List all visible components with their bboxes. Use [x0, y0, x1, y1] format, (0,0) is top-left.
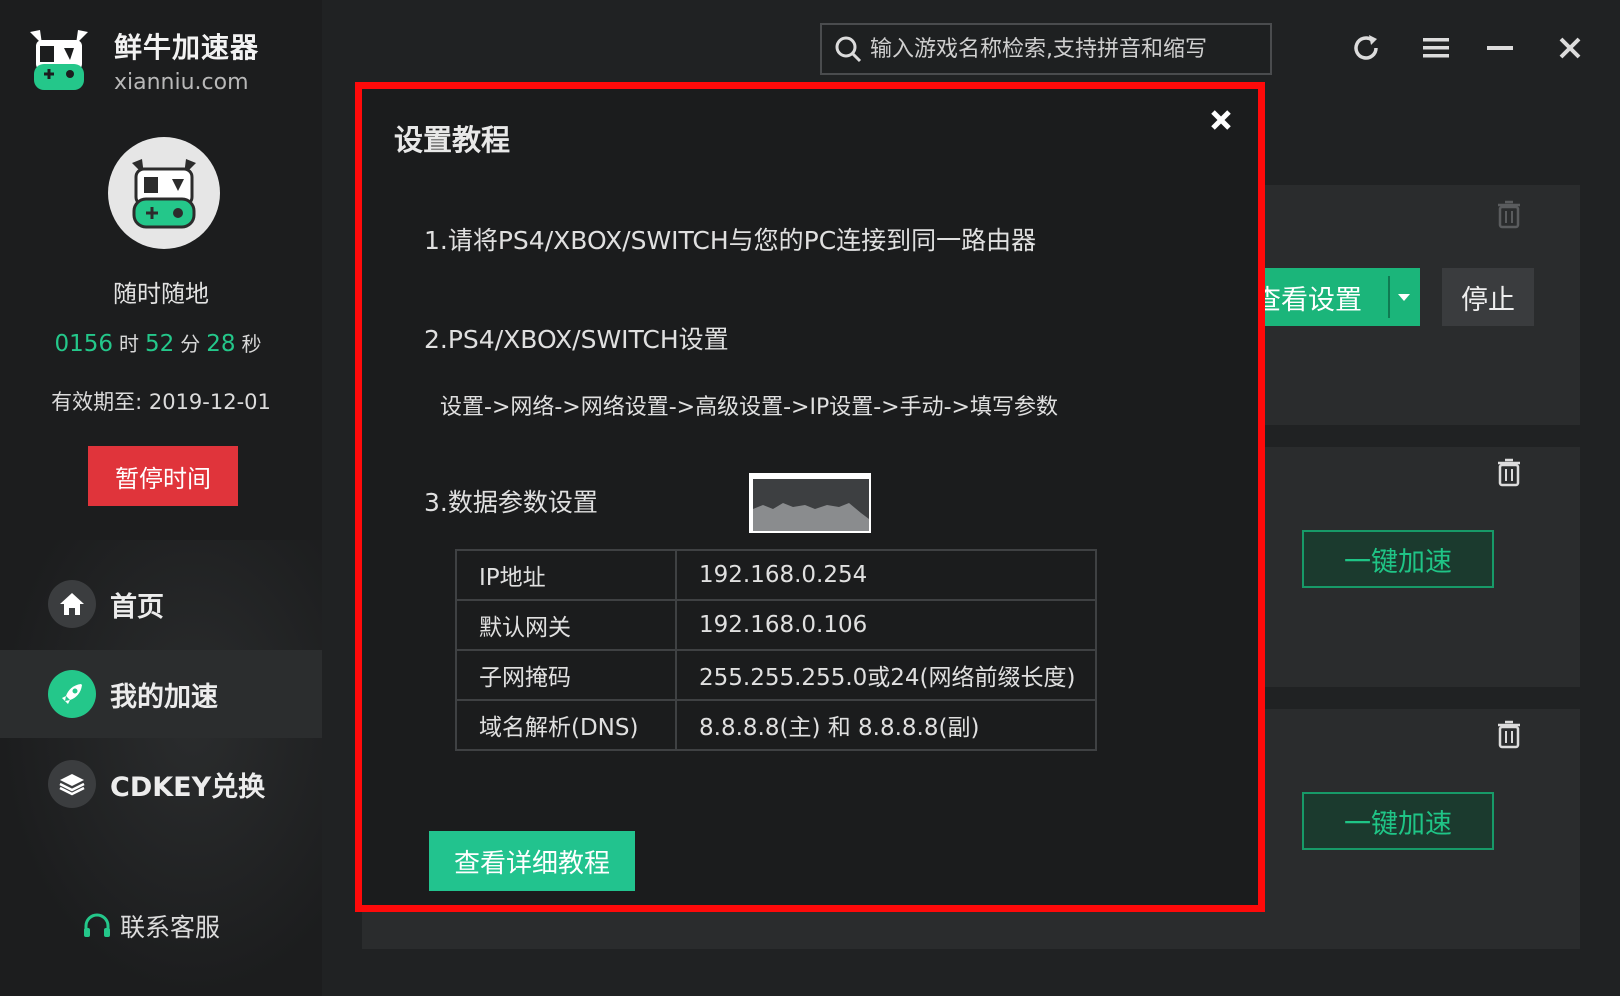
- support-label: 联系客服: [120, 913, 221, 942]
- dialog-title: 设置教程: [394, 123, 511, 157]
- search-box[interactable]: [820, 23, 1272, 75]
- contact-support[interactable]: 联系客服: [82, 908, 220, 944]
- plan-name: 随时随地: [113, 280, 209, 308]
- dropdown-caret-icon[interactable]: [1398, 294, 1410, 301]
- trash-icon[interactable]: [1496, 199, 1522, 229]
- timer-seconds: 28: [206, 331, 236, 357]
- network-params-table: IP地址 192.168.0.254 默认网关 192.168.0.106 子网…: [455, 549, 1097, 751]
- close-icon[interactable]: [1204, 103, 1238, 137]
- timer-hours: 0156: [54, 331, 113, 357]
- timer-hours-unit: 时: [118, 332, 139, 356]
- avatar-cow-icon: [132, 159, 196, 229]
- headset-icon: [84, 913, 110, 937]
- thumbnail-image: [749, 473, 871, 533]
- settings-path-text: 设置->网络->网络设置->高级设置->IP设置->手动->填写参数: [440, 395, 1058, 420]
- landscape-thumbnail-icon: [753, 503, 869, 531]
- param-value: 8.8.8.8(主) 和 8.8.8.8(副): [675, 699, 1097, 751]
- search-input[interactable]: [870, 36, 1270, 62]
- table-row: IP地址 192.168.0.254: [455, 549, 1097, 601]
- timer-minutes: 52: [144, 331, 175, 357]
- view-settings-label: 查看设置: [1254, 284, 1362, 316]
- param-key: IP地址: [455, 549, 677, 601]
- trash-icon[interactable]: [1496, 719, 1522, 749]
- param-key: 域名解析(DNS): [455, 699, 677, 751]
- param-key: 默认网关: [455, 599, 677, 651]
- avatar[interactable]: [108, 137, 220, 249]
- close-window-icon[interactable]: [1550, 28, 1590, 68]
- param-value: 255.255.255.0或24(网络前缀长度): [675, 649, 1097, 701]
- timer-minutes-unit: 分: [180, 332, 201, 356]
- nav-item-cdkey[interactable]: CDKEY兑换: [0, 740, 322, 828]
- brand: 鲜牛加速器 xianniu.com: [26, 24, 259, 96]
- stop-button[interactable]: 停止: [1442, 268, 1534, 326]
- app-name: 鲜牛加速器: [114, 30, 260, 64]
- accelerate-button[interactable]: 一键加速: [1302, 530, 1494, 588]
- rocket-icon: [48, 670, 96, 718]
- search-icon: [835, 36, 862, 63]
- trash-icon[interactable]: [1496, 457, 1522, 487]
- app-logo-icon: [30, 30, 88, 90]
- minimize-icon[interactable]: [1480, 28, 1520, 68]
- button-divider: [1388, 276, 1390, 318]
- table-row: 默认网关 192.168.0.106: [455, 599, 1097, 651]
- timer-seconds-unit: 秒: [241, 332, 262, 356]
- step-3-text: 3.数据参数设置: [424, 488, 598, 517]
- menu-icon[interactable]: [1416, 28, 1456, 68]
- pause-time-button[interactable]: 暂停时间: [88, 446, 238, 506]
- table-row: 域名解析(DNS) 8.8.8.8(主) 和 8.8.8.8(副): [455, 699, 1097, 751]
- layers-icon: [48, 760, 96, 808]
- home-icon: [48, 580, 96, 628]
- step-2-text: 2.PS4/XBOX/SWITCH设置: [424, 325, 729, 354]
- view-detailed-tutorial-button[interactable]: 查看详细教程: [429, 831, 635, 891]
- remaining-time: 0156 时 52 分 28 秒: [0, 328, 322, 357]
- refresh-icon[interactable]: [1346, 28, 1386, 68]
- sidebar: 鲜牛加速器 xianniu.com 随时随地 0156 时 52 分 28 秒 有效期至:…: [0, 0, 322, 996]
- param-key: 子网掩码: [455, 649, 677, 701]
- nav-item-label: CDKEY兑换: [110, 771, 266, 803]
- table-row: 子网掩码 255.255.255.0或24(网络前缀长度): [455, 649, 1097, 701]
- param-value: 192.168.0.254: [675, 549, 1097, 601]
- nav-item-home[interactable]: 首页: [0, 560, 322, 648]
- setup-tutorial-dialog: 设置教程 1.请将PS4/XBOX/SWITCH与您的PC连接到同一路由器 2.…: [355, 82, 1265, 912]
- accelerate-button[interactable]: 一键加速: [1302, 792, 1494, 850]
- param-value: 192.168.0.106: [675, 599, 1097, 651]
- nav-item-label: 首页: [110, 591, 164, 623]
- expire-date: 有效期至: 2019-12-01: [51, 390, 271, 414]
- nav-item-label: 我的加速: [110, 681, 218, 713]
- app-domain: xianniu.com: [114, 69, 249, 95]
- step-1-text: 1.请将PS4/XBOX/SWITCH与您的PC连接到同一路由器: [424, 226, 1037, 255]
- nav-item-my-acceleration[interactable]: 我的加速: [0, 650, 322, 738]
